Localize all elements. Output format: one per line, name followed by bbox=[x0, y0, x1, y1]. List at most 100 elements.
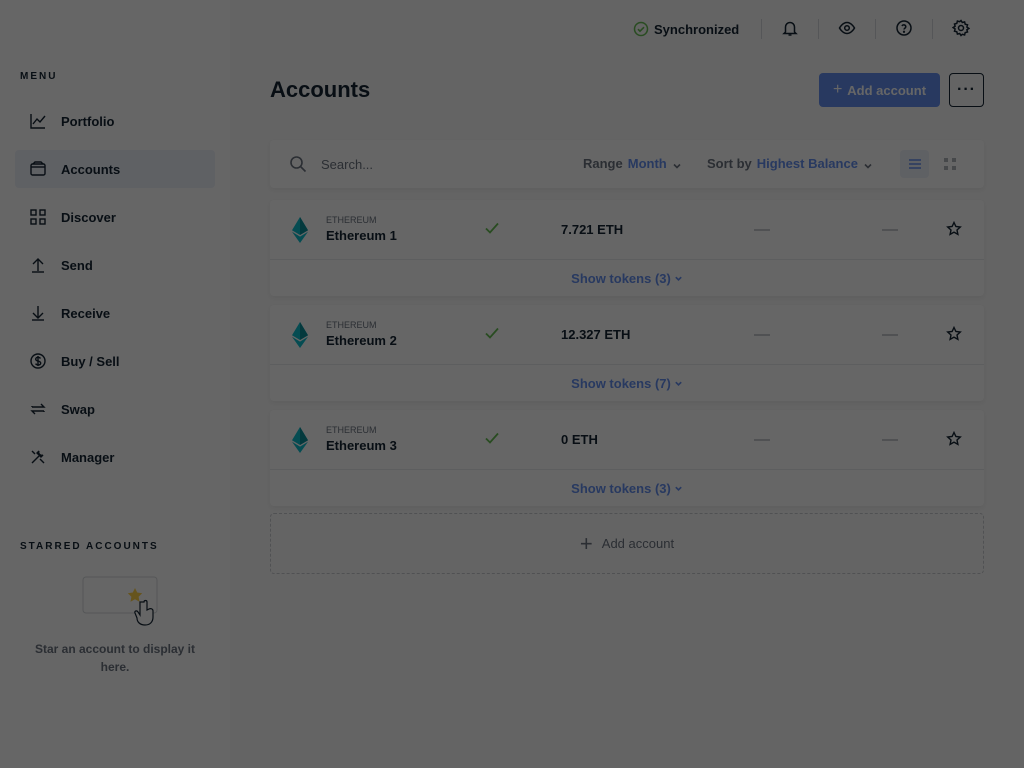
variation-placeholder bbox=[882, 439, 898, 441]
range-dropdown[interactable]: Range Month bbox=[583, 156, 682, 171]
variation-placeholder bbox=[882, 229, 898, 231]
menu-title: MENU bbox=[20, 71, 58, 82]
sidebar-item-swap[interactable]: Swap bbox=[15, 390, 215, 428]
chevron-down-icon bbox=[863, 159, 873, 169]
chart-line-icon bbox=[29, 112, 47, 130]
star-icon[interactable] bbox=[946, 430, 962, 447]
ethereum-icon bbox=[292, 427, 308, 453]
star-icon[interactable] bbox=[946, 325, 962, 342]
check-icon bbox=[485, 432, 499, 444]
sidebar-item-label: Portfolio bbox=[61, 113, 115, 129]
account-balance: 7.721 ETH bbox=[561, 222, 624, 237]
show-tokens-label: Show tokens (3) bbox=[571, 480, 671, 496]
account-card: ETHEREUM Ethereum 2 12.327 ETH Show toke… bbox=[270, 305, 984, 401]
add-account-placeholder-button[interactable]: + Add account bbox=[270, 513, 984, 574]
sidebar-item-receive[interactable]: Receive bbox=[15, 294, 215, 332]
sidebar-item-label: Manager bbox=[61, 449, 115, 465]
sidebar-item-label: Accounts bbox=[61, 161, 121, 177]
sidebar-item-buy-sell[interactable]: Buy / Sell bbox=[15, 342, 215, 380]
sidebar-item-send[interactable]: Send bbox=[15, 246, 215, 284]
check-icon bbox=[485, 327, 499, 339]
account-balance: 12.327 ETH bbox=[561, 327, 631, 342]
account-row[interactable]: ETHEREUM Ethereum 2 12.327 ETH bbox=[270, 305, 984, 365]
sort-label: Sort by bbox=[707, 156, 752, 171]
account-card: ETHEREUM Ethereum 1 7.721 ETH Show token… bbox=[270, 200, 984, 296]
search-input[interactable] bbox=[321, 154, 521, 174]
add-account-button-label: Add account bbox=[847, 82, 927, 98]
range-value: Month bbox=[627, 156, 667, 171]
divider bbox=[875, 19, 876, 39]
sidebar-item-manager[interactable]: Manager bbox=[15, 438, 215, 476]
gear-icon[interactable] bbox=[950, 17, 972, 39]
account-row[interactable]: ETHEREUM Ethereum 3 0 ETH bbox=[270, 410, 984, 470]
dollar-circle-icon bbox=[29, 352, 47, 370]
variation-placeholder bbox=[882, 334, 898, 336]
eye-icon[interactable] bbox=[836, 17, 858, 39]
show-tokens-label: Show tokens (7) bbox=[571, 375, 671, 391]
starred-accounts-title: STARRED ACCOUNTS bbox=[20, 541, 159, 552]
sort-dropdown[interactable]: Sort by Highest Balance bbox=[707, 156, 873, 171]
grid-view-toggle[interactable] bbox=[935, 150, 964, 178]
sidebar-item-label: Buy / Sell bbox=[61, 353, 120, 369]
list-view-toggle[interactable] bbox=[900, 150, 929, 178]
chevron-down-icon bbox=[675, 276, 682, 281]
ethereum-icon bbox=[292, 217, 308, 243]
sidebar: MENU Portfolio Accounts Discover Send Re… bbox=[0, 0, 230, 768]
sidebar-item-label: Send bbox=[61, 257, 93, 273]
tools-icon bbox=[29, 448, 47, 466]
account-name: Ethereum 2 bbox=[326, 333, 397, 348]
swap-icon bbox=[29, 400, 47, 418]
counter-value-placeholder bbox=[754, 439, 770, 441]
sidebar-nav: Portfolio Accounts Discover Send Receive… bbox=[15, 102, 215, 486]
add-account-placeholder-label: Add account bbox=[601, 536, 675, 551]
chevron-down-icon bbox=[672, 159, 682, 169]
chevron-down-icon bbox=[675, 486, 682, 491]
account-currency: ETHEREUM bbox=[326, 425, 377, 435]
bell-icon[interactable] bbox=[779, 17, 801, 39]
accounts-toolbar: Range Month Sort by Highest Balance bbox=[270, 140, 984, 188]
arrow-up-icon bbox=[29, 256, 47, 274]
page-title: Accounts bbox=[270, 77, 371, 102]
sync-status[interactable]: Synchronized bbox=[633, 20, 739, 38]
sort-value: Highest Balance bbox=[756, 156, 858, 171]
account-row[interactable]: ETHEREUM Ethereum 1 7.721 ETH bbox=[270, 200, 984, 260]
help-icon[interactable] bbox=[893, 17, 915, 39]
check-circle-icon bbox=[633, 21, 649, 37]
chevron-down-icon bbox=[675, 381, 682, 386]
counter-value-placeholder bbox=[754, 334, 770, 336]
show-tokens-button[interactable]: Show tokens (7) bbox=[270, 365, 984, 401]
wallet-icon bbox=[29, 160, 47, 178]
show-tokens-button[interactable]: Show tokens (3) bbox=[270, 470, 984, 506]
arrow-down-icon bbox=[29, 304, 47, 322]
star-icon[interactable] bbox=[946, 220, 962, 237]
more-options-button[interactable]: ··· bbox=[949, 73, 984, 107]
app-window: MENU Portfolio Accounts Discover Send Re… bbox=[0, 0, 1024, 768]
sidebar-item-discover[interactable]: Discover bbox=[15, 198, 215, 236]
divider bbox=[932, 19, 933, 39]
search-icon bbox=[289, 155, 307, 173]
account-card: ETHEREUM Ethereum 3 0 ETH Show tokens (3… bbox=[270, 410, 984, 506]
range-label: Range bbox=[583, 156, 623, 171]
topbar: Synchronized bbox=[230, 0, 1024, 58]
account-balance: 0 ETH bbox=[561, 432, 598, 447]
plus-icon: + bbox=[579, 530, 593, 556]
sidebar-item-portfolio[interactable]: Portfolio bbox=[15, 102, 215, 140]
account-currency: ETHEREUM bbox=[326, 320, 377, 330]
ethereum-icon bbox=[292, 322, 308, 348]
sidebar-item-accounts[interactable]: Accounts bbox=[15, 150, 215, 188]
sidebar-item-label: Discover bbox=[61, 209, 116, 225]
account-name: Ethereum 1 bbox=[326, 228, 397, 243]
show-tokens-button[interactable]: Show tokens (3) bbox=[270, 260, 984, 296]
grid-icon bbox=[943, 158, 956, 170]
account-currency: ETHEREUM bbox=[326, 215, 377, 225]
grid-icon bbox=[29, 208, 47, 226]
sidebar-item-label: Receive bbox=[61, 305, 111, 321]
starred-placeholder-illustration bbox=[82, 576, 160, 628]
counter-value-placeholder bbox=[754, 229, 770, 231]
starred-empty-text: Star an account to display it here. bbox=[34, 642, 196, 674]
list-icon bbox=[908, 159, 921, 169]
add-account-button[interactable]: + Add account bbox=[819, 73, 940, 107]
divider bbox=[761, 19, 762, 39]
sidebar-item-label: Swap bbox=[61, 401, 95, 417]
account-name: Ethereum 3 bbox=[326, 438, 397, 453]
